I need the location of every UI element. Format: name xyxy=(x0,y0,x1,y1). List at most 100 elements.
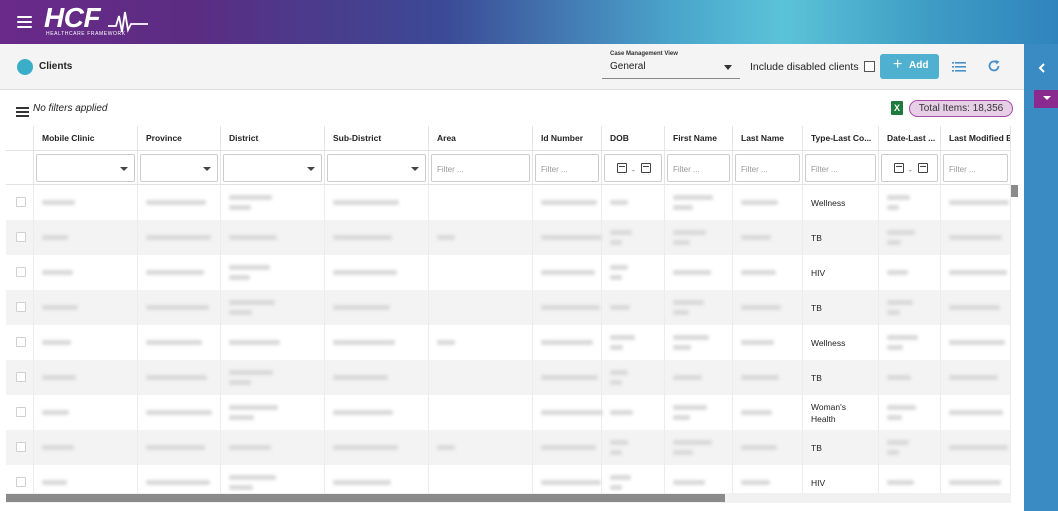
redacted-value xyxy=(229,445,271,450)
redacted-value xyxy=(741,445,777,450)
row-select-checkbox[interactable] xyxy=(16,477,26,487)
include-disabled-checkbox[interactable] xyxy=(864,61,875,72)
table-cell xyxy=(429,290,533,325)
table-filter-row: Filter ... Filter ... - Filter ... Filter ..… xyxy=(6,151,1011,185)
row-select-checkbox[interactable] xyxy=(16,232,26,242)
vertical-scroll-thumb[interactable] xyxy=(1011,185,1018,197)
column-date-filter[interactable]: - xyxy=(604,154,662,182)
rail-dropdown-button[interactable] xyxy=(1034,90,1058,108)
redacted-value xyxy=(146,235,211,240)
table-cell xyxy=(879,255,941,290)
row-select-checkbox[interactable] xyxy=(16,267,26,277)
column-header[interactable]: Last Name xyxy=(733,126,803,151)
redacted-value xyxy=(42,200,75,205)
table-row[interactable]: HIV xyxy=(6,465,1011,495)
table-cell xyxy=(6,325,34,360)
refresh-icon[interactable] xyxy=(987,59,1001,73)
table-cell xyxy=(941,465,1011,495)
redacted-value xyxy=(229,235,277,240)
calendar-icon[interactable] xyxy=(894,163,904,173)
column-header[interactable]: DOB xyxy=(602,126,665,151)
table-row[interactable]: TB xyxy=(6,290,1011,325)
redacted-value xyxy=(673,375,702,380)
calendar-icon[interactable] xyxy=(641,163,651,173)
row-select-checkbox[interactable] xyxy=(16,407,26,417)
column-header[interactable]: Province xyxy=(138,126,221,151)
column-header[interactable]: Sub-District xyxy=(325,126,429,151)
column-header[interactable]: District xyxy=(221,126,325,151)
chevron-left-icon[interactable] xyxy=(1035,61,1049,75)
table-cell xyxy=(429,220,533,255)
column-header[interactable]: Id Number xyxy=(533,126,602,151)
row-select-checkbox[interactable] xyxy=(16,337,26,347)
table-row[interactable]: Wellness xyxy=(6,325,1011,360)
row-select-checkbox[interactable] xyxy=(16,302,26,312)
column-filter-input[interactable]: Filter ... xyxy=(535,154,599,182)
table-cell xyxy=(34,360,138,395)
redacted-value xyxy=(887,480,914,485)
redacted-value xyxy=(333,410,393,415)
clients-table: Mobile Clinic Province District Sub-Distric… xyxy=(6,126,1011,495)
table-row[interactable]: Wellness xyxy=(6,185,1011,220)
column-header[interactable]: Date-Last ... xyxy=(879,126,941,151)
last-contact-type: Wellness xyxy=(811,198,846,208)
calendar-icon[interactable] xyxy=(918,163,928,173)
horizontal-scroll-thumb[interactable] xyxy=(6,494,725,502)
column-filter-input[interactable]: Filter ... xyxy=(431,154,530,182)
column-filter-cell xyxy=(34,151,138,185)
column-filter-select[interactable] xyxy=(36,154,135,182)
table-row[interactable]: HIV xyxy=(6,255,1011,290)
table-cell xyxy=(533,430,602,465)
column-filter-select[interactable] xyxy=(140,154,218,182)
table-cell xyxy=(733,360,803,395)
filter-placeholder: Filter ... xyxy=(811,165,838,174)
table-row[interactable]: TB xyxy=(6,360,1011,395)
redacted-value xyxy=(229,415,254,420)
column-filter-input[interactable]: Filter ... xyxy=(943,154,1008,182)
table-cell xyxy=(879,290,941,325)
column-header[interactable]: Mobile Clinic xyxy=(34,126,138,151)
table-cell xyxy=(138,360,221,395)
table-cell xyxy=(325,290,429,325)
table-cell xyxy=(665,325,733,360)
redacted-value xyxy=(333,340,395,345)
column-header[interactable]: First Name xyxy=(665,126,733,151)
redacted-value xyxy=(146,480,210,485)
column-filter-select[interactable] xyxy=(327,154,426,182)
column-date-filter[interactable]: - xyxy=(881,154,938,182)
column-filter-cell: Filter ... xyxy=(665,151,733,185)
case-view-select[interactable]: General xyxy=(602,57,740,79)
table-cell xyxy=(941,290,1011,325)
last-contact-type: TB xyxy=(811,443,822,453)
column-filter-select[interactable] xyxy=(223,154,322,182)
table-row[interactable]: TB xyxy=(6,430,1011,465)
table-row[interactable]: Woman's Health xyxy=(6,395,1011,430)
calendar-icon[interactable] xyxy=(617,163,627,173)
column-filter-cell xyxy=(221,151,325,185)
column-header[interactable]: Last Modified By xyxy=(941,126,1011,151)
filter-menu-icon[interactable] xyxy=(16,107,29,117)
list-icon[interactable] xyxy=(952,61,966,73)
row-select-checkbox[interactable] xyxy=(16,442,26,452)
column-filter-input[interactable]: Filter ... xyxy=(805,154,876,182)
column-filter-input[interactable]: Filter ... xyxy=(735,154,800,182)
redacted-value xyxy=(887,270,908,275)
redacted-value xyxy=(741,305,781,310)
row-select-checkbox[interactable] xyxy=(16,197,26,207)
redacted-value xyxy=(541,445,596,450)
column-filter-cell: - xyxy=(602,151,665,185)
redacted-value xyxy=(673,405,707,410)
page-title: Clients xyxy=(39,61,73,72)
hamburger-icon[interactable] xyxy=(17,16,32,28)
app-header: HCF HEALTHCARE FRAMEWORK xyxy=(0,0,1058,44)
column-header[interactable]: Type-Last Co... xyxy=(803,126,879,151)
row-select-checkbox[interactable] xyxy=(16,372,26,382)
table-cell xyxy=(138,325,221,360)
column-filter-input[interactable]: Filter ... xyxy=(667,154,730,182)
add-button[interactable]: + Add xyxy=(880,54,939,79)
redacted-value xyxy=(437,235,455,240)
table-row[interactable]: TB xyxy=(6,220,1011,255)
column-header[interactable]: Area xyxy=(429,126,533,151)
table-cell xyxy=(533,290,602,325)
excel-icon[interactable]: X xyxy=(891,101,903,115)
